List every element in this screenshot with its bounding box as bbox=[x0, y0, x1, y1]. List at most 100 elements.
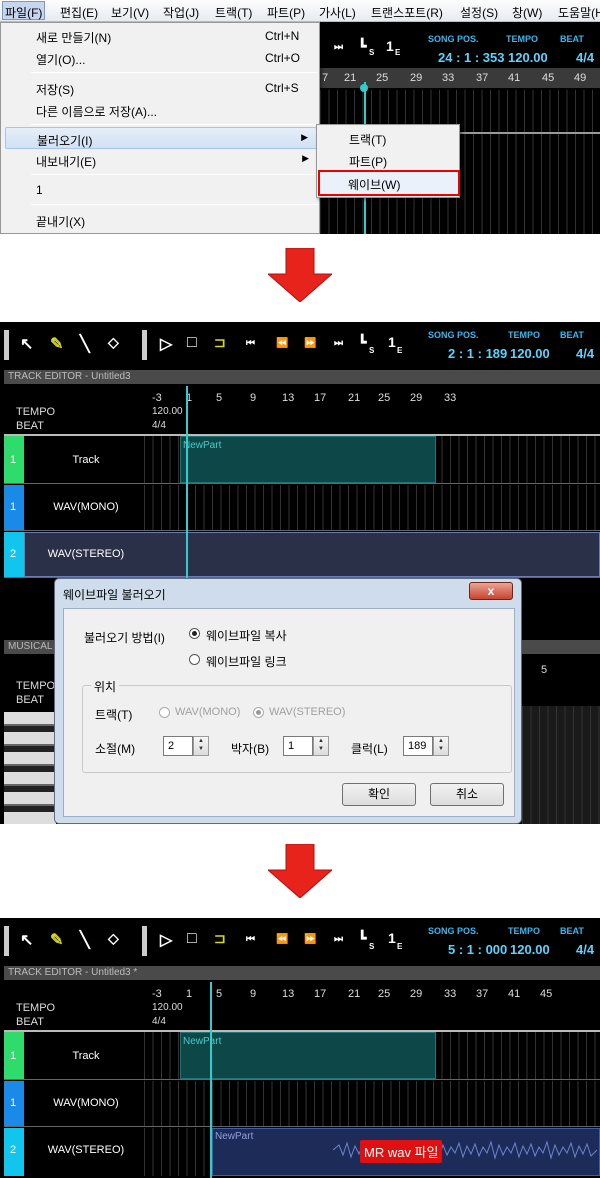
ruler-tick: 29 bbox=[410, 988, 423, 1000]
menu-view[interactable]: 보기(V) bbox=[111, 4, 149, 21]
menu-item-import[interactable]: 불러오기(I) ▶ bbox=[5, 127, 317, 149]
piano-keys[interactable] bbox=[4, 712, 56, 824]
track-row[interactable]: 2 WAV(STEREO) NewPart MR wav 파일 bbox=[4, 1128, 600, 1176]
menu-item-recent-file[interactable]: 1 bbox=[5, 179, 317, 201]
toolbar-grip bbox=[4, 330, 9, 360]
marker-e-icon[interactable]: 1 bbox=[388, 930, 396, 946]
play-icon[interactable]: ▷ bbox=[160, 930, 172, 950]
playhead[interactable] bbox=[186, 386, 188, 586]
midi-part[interactable]: NewPart bbox=[180, 436, 436, 483]
end-icon[interactable]: ⏭ bbox=[334, 338, 343, 349]
rewind-to-start-icon[interactable]: ⏮ bbox=[246, 338, 255, 349]
eraser-tool-icon[interactable]: ◇ bbox=[108, 930, 119, 947]
menu-item-export[interactable]: 내보내기(E) ▶ bbox=[5, 149, 317, 171]
forward-icon[interactable]: ⏩ bbox=[304, 934, 316, 945]
menu-lyrics[interactable]: 가사(L) bbox=[319, 4, 356, 21]
pointer-tool-icon[interactable]: ↖ bbox=[20, 930, 33, 950]
menu-job[interactable]: 작업(J) bbox=[163, 4, 199, 21]
tempo-row-label: TEMPO bbox=[16, 1002, 56, 1014]
radio-link-wave[interactable] bbox=[189, 654, 200, 665]
track-row[interactable]: 1 WAV(MONO) bbox=[4, 485, 600, 531]
line-tool-icon[interactable]: ╲ bbox=[80, 334, 90, 354]
submenu-item-label: 웨이브(W) bbox=[348, 178, 401, 192]
playhead[interactable] bbox=[210, 982, 212, 1178]
rewind-icon[interactable]: ⏪ bbox=[276, 338, 288, 349]
ruler-tick: 49 bbox=[574, 72, 587, 84]
menu-track[interactable]: 트랙(T) bbox=[215, 4, 252, 21]
marker-s-icon[interactable]: ┗ bbox=[358, 334, 366, 351]
track-row[interactable]: 1 Track NewPart bbox=[4, 436, 600, 484]
pencil-tool-icon[interactable]: ✎ bbox=[50, 334, 63, 354]
pencil-tool-icon[interactable]: ✎ bbox=[50, 930, 63, 950]
marker-e-icon[interactable]: 1 bbox=[386, 38, 394, 54]
end-icon[interactable]: ⏭ bbox=[334, 934, 343, 945]
tempo-row-value: 120.00 bbox=[152, 406, 183, 417]
bar-spinner[interactable]: ▲ ▼ bbox=[193, 736, 209, 756]
ok-button[interactable]: 확인 bbox=[342, 783, 416, 806]
track-row[interactable]: 1 Track NewPart bbox=[4, 1032, 600, 1080]
track-name: WAV(MONO) bbox=[53, 501, 119, 513]
radio-track-mono[interactable] bbox=[159, 707, 170, 718]
track-row[interactable]: 2 WAV(STEREO) bbox=[4, 532, 600, 578]
menu-item-exit[interactable]: 끝내기(X) bbox=[5, 209, 317, 231]
pointer-tool-icon[interactable]: ↖ bbox=[20, 334, 33, 354]
menu-item-new[interactable]: 새로 만들기(N) Ctrl+N bbox=[5, 25, 317, 47]
menu-file[interactable]: 파일(F) bbox=[2, 1, 46, 20]
tick-input[interactable]: 189 bbox=[403, 736, 433, 756]
tempo-value: 120.00 bbox=[510, 942, 550, 957]
menu-item-save-as[interactable]: 다른 이름으로 저장(A)... bbox=[5, 99, 317, 121]
marker-s-icon[interactable]: ┗ bbox=[358, 930, 366, 947]
menu-edit[interactable]: 편집(E) bbox=[60, 4, 98, 21]
marker-e-icon[interactable]: 1 bbox=[388, 334, 396, 350]
ruler-tick: 21 bbox=[344, 72, 357, 84]
song-pos-label: SONG POS. bbox=[428, 330, 479, 340]
tick-spinner[interactable]: ▲ ▼ bbox=[433, 736, 449, 756]
marker-s-icon[interactable]: ┗ bbox=[358, 38, 366, 55]
line-tool-icon[interactable]: ╲ bbox=[80, 930, 90, 950]
rewind-to-start-icon[interactable]: ⏮ bbox=[246, 934, 255, 945]
menu-transport[interactable]: 트랜스포트(R) bbox=[371, 4, 443, 21]
playhead-handle[interactable] bbox=[360, 84, 368, 92]
submenu-item-track[interactable]: 트랙(T) bbox=[321, 127, 457, 149]
menu-item-shortcut: Ctrl+O bbox=[265, 51, 301, 65]
cancel-button[interactable]: 취소 bbox=[430, 783, 504, 806]
submenu-item-part[interactable]: 파트(P) bbox=[321, 149, 457, 171]
wave-part-label: NewPart bbox=[215, 1131, 254, 1142]
ruler-tick: 13 bbox=[282, 988, 295, 1000]
beat-input[interactable]: 1 bbox=[283, 736, 313, 756]
position-group-label: 위치 bbox=[91, 678, 120, 695]
stop-icon[interactable]: □ bbox=[187, 930, 197, 948]
loop-icon[interactable]: ⊐ bbox=[214, 930, 226, 947]
radio-copy-wave[interactable] bbox=[189, 628, 200, 639]
rewind-icon[interactable]: ⏪ bbox=[276, 934, 288, 945]
ruler-tick: 21 bbox=[348, 988, 361, 1000]
toolbar-strip: ⏭ ┗ S 1 E SONG POS. TEMPO BEAT 24 : 1 : … bbox=[320, 26, 600, 66]
down-arrow-icon bbox=[268, 248, 332, 302]
radio-track-stereo[interactable] bbox=[253, 707, 264, 718]
submenu-item-wave[interactable]: 웨이브(W) bbox=[318, 170, 460, 196]
menu-item-save[interactable]: 저장(S) Ctrl+S bbox=[5, 77, 317, 99]
menu-settings[interactable]: 설정(S) bbox=[460, 4, 498, 21]
song-pos-label: SONG POS. bbox=[428, 34, 479, 44]
part-label: NewPart bbox=[183, 1036, 222, 1047]
end-icon[interactable]: ⏭ bbox=[334, 42, 343, 53]
stop-icon[interactable]: □ bbox=[187, 334, 197, 352]
menu-item-open[interactable]: 열기(O)... Ctrl+O bbox=[5, 47, 317, 69]
menu-help[interactable]: 도움말(H) bbox=[558, 4, 600, 21]
close-button[interactable]: x bbox=[469, 582, 513, 600]
play-icon[interactable]: ▷ bbox=[160, 334, 172, 354]
loop-icon[interactable]: ⊐ bbox=[214, 334, 226, 351]
beat-row-value: 4/4 bbox=[152, 1016, 166, 1027]
menu-window[interactable]: 창(W) bbox=[512, 4, 542, 21]
beat-spinner[interactable]: ▲ ▼ bbox=[313, 736, 329, 756]
radio-copy-label[interactable]: 웨이브파일 복사 bbox=[206, 627, 287, 644]
ruler-tick: 5 bbox=[216, 392, 223, 404]
menu-part[interactable]: 파트(P) bbox=[267, 4, 305, 21]
track-row[interactable]: 1 WAV(MONO) bbox=[4, 1081, 600, 1127]
eraser-tool-icon[interactable]: ◇ bbox=[108, 334, 119, 351]
tempo-label: TEMPO bbox=[508, 330, 541, 340]
forward-icon[interactable]: ⏩ bbox=[304, 338, 316, 349]
midi-part[interactable]: NewPart bbox=[180, 1032, 436, 1079]
bar-input[interactable]: 2 bbox=[163, 736, 193, 756]
radio-link-label[interactable]: 웨이브파일 링크 bbox=[206, 653, 287, 670]
